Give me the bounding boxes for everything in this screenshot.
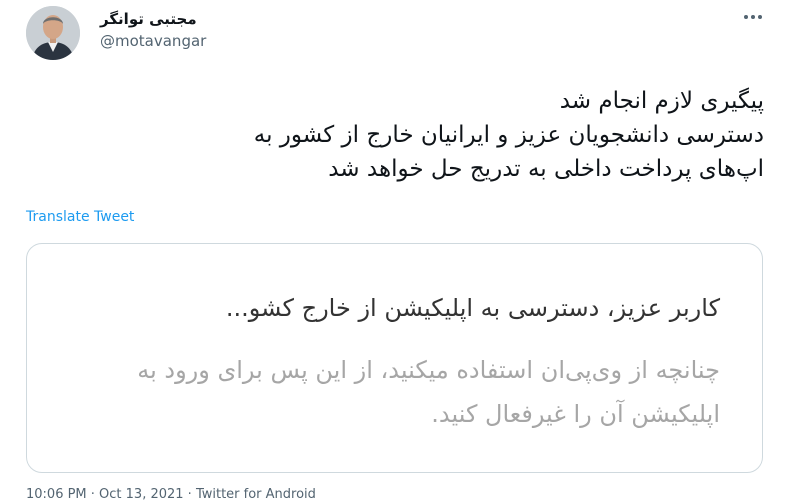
profile-photo-icon xyxy=(26,6,80,60)
translate-tweet-link[interactable]: Translate Tweet xyxy=(26,209,134,225)
author-handle[interactable]: @motavangar xyxy=(100,32,206,50)
tweet-text-line: پیگیری لازم انجام شد xyxy=(559,88,764,114)
tweet-text: پیگیری لازم انجام شد دسترسی دانشجویان عز… xyxy=(64,84,764,186)
more-options-button[interactable] xyxy=(738,2,768,32)
media-subtitle-line: اپلیکیشن آن را غیرفعال کنید. xyxy=(431,400,720,428)
more-dots-icon xyxy=(744,15,748,19)
tweet-card: مجتبی توانگر @motavangar پیگیری لازم انج… xyxy=(0,0,800,500)
media-subtitle: چنانچه از وی‌پی‌ان استفاده میکنید، از ای… xyxy=(40,348,720,436)
avatar[interactable] xyxy=(26,6,80,60)
media-subtitle-line: چنانچه از وی‌پی‌ان استفاده میکنید، از ای… xyxy=(137,356,720,384)
tweet-text-line: اپ‌های پرداخت داخلی به تدریج حل خواهد شد xyxy=(328,156,764,182)
media-title: کاربر عزیز، دسترسی به اپلیکیشن از خارج ک… xyxy=(225,294,720,322)
tweet-text-line: دسترسی دانشجویان عزیز و ایرانیان خارج از… xyxy=(253,122,764,148)
author-display-name[interactable]: مجتبی توانگر xyxy=(100,10,197,28)
attached-image[interactable]: کاربر عزیز، دسترسی به اپلیکیشن از خارج ک… xyxy=(26,243,763,473)
tweet-timestamp[interactable]: 10:06 PM · Oct 13, 2021 · Twitter for An… xyxy=(26,487,316,500)
